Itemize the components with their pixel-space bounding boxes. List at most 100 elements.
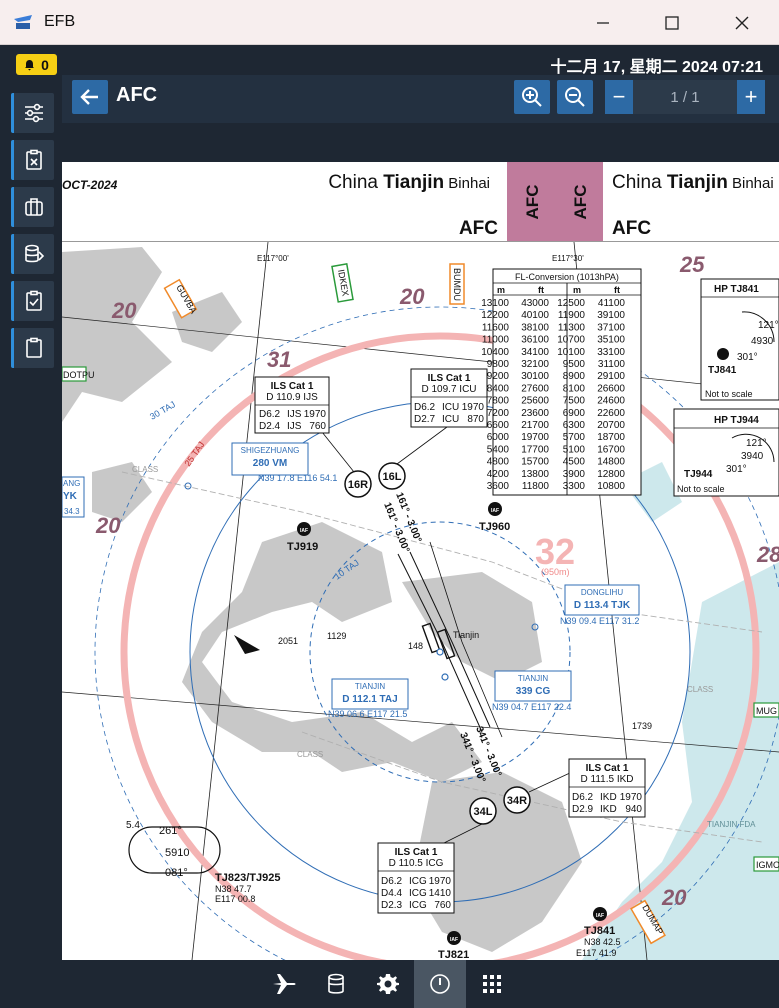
ils-34l-r1b: ICG	[409, 876, 427, 887]
minimize-icon	[597, 21, 609, 24]
meridian-label-117-30: E117°30'	[552, 254, 584, 263]
chart-date-stub: OCT-2024	[62, 178, 118, 192]
waypoint-mug[interactable]: MUG	[753, 702, 779, 718]
iaf-badge-tj919: IAF	[300, 528, 308, 534]
ils-34r-box[interactable]: ILS Cat 1 D 111.5 IKD D6.2 IKD 1970 D2.9…	[568, 758, 646, 818]
bottom-nav-bar	[0, 960, 779, 1008]
fl-table-cell: 4800	[487, 457, 510, 468]
fl-table-cell: 12200	[481, 310, 509, 321]
ils-16r-box[interactable]: ILS Cat 1 D 110.9 IJS D6.2 IJS 1970 D2.4…	[254, 376, 330, 434]
fl-table-cell: 4200	[487, 469, 510, 480]
hp-tj841-fix: TJ841	[708, 365, 737, 376]
navaid-tianjin-cg-box[interactable]: TIANJIN 339 CG N39 04.7 E117 22.4	[492, 670, 572, 712]
ils-34l-box[interactable]: ILS Cat 1 D 110.5 ICG D6.2 ICG 1970 D4.4…	[377, 842, 455, 914]
document-toolbar: AFC − 1 / 1 +	[62, 75, 779, 123]
page-navigator: − 1 / 1 +	[605, 80, 765, 114]
ils-16r-r1a: D6.2	[259, 409, 281, 420]
efb-app-icon	[14, 15, 32, 29]
fix-tj823-lat: N38 47.7	[215, 884, 252, 894]
approach-chart[interactable]: OCT-2024 China Tianjin Binhai AFC AFC AF…	[62, 162, 779, 960]
fl-table-cell: 6000	[487, 432, 510, 443]
hp-tj841-outbound: 301°	[737, 352, 758, 363]
navaid-donglihu-freq: D 113.4 TJK	[574, 600, 631, 611]
ils-34r-r1a: D6.2	[572, 792, 594, 803]
ils-34r-title: ILS Cat 1	[586, 763, 629, 774]
fix-tj960-label: TJ960	[479, 521, 510, 533]
fl-table-cell: 4500	[563, 457, 586, 468]
fl-table-cell: 6300	[563, 420, 586, 431]
minimize-button[interactable]	[568, 0, 638, 45]
hp-tj944-note: Not to scale	[677, 484, 725, 494]
fl-table-cell: 32100	[521, 359, 549, 370]
fix-tj841-lon: E117 41.9	[576, 948, 616, 958]
fl-table-cell: 5700	[563, 432, 586, 443]
rail-tasks-button[interactable]	[11, 281, 54, 321]
maximize-button[interactable]	[637, 0, 707, 45]
msa-label-g: 25	[679, 252, 705, 277]
fl-table-cell: 14800	[597, 457, 625, 468]
fix-tj919-label: TJ919	[287, 541, 318, 553]
fl-table-cell: 11900	[558, 310, 586, 321]
hp-tj944-inbound: 121°	[746, 438, 767, 449]
msa-big-label: 32	[535, 531, 575, 572]
fl-table-cell: 9500	[563, 359, 586, 370]
nav-compass-button[interactable]	[414, 960, 466, 1008]
hp-tj841-title: HP TJ841	[714, 284, 759, 295]
arrow-left-icon	[80, 89, 98, 105]
msa-label-f: 31	[267, 347, 291, 372]
elevation-1129: 1129	[327, 631, 346, 641]
waypoint-bumdu[interactable]: BUMDU	[449, 263, 465, 305]
airspace-class-label-3: CLASS	[687, 685, 713, 694]
rail-flight-bag-button[interactable]	[11, 187, 54, 227]
hp-tj841-alt: 4930	[751, 336, 774, 347]
previous-page-button[interactable]: −	[605, 80, 633, 114]
rail-database-button[interactable]	[11, 234, 54, 274]
fl-table-cell: 10700	[557, 335, 585, 346]
fl-table-cell: 12800	[597, 469, 625, 480]
close-button[interactable]	[707, 0, 777, 45]
zoom-in-button[interactable]	[514, 80, 550, 114]
rail-settings-sliders-button[interactable]	[11, 93, 54, 133]
back-button[interactable]	[72, 80, 108, 114]
airplane-icon	[273, 974, 296, 994]
hp-tj944-inset[interactable]: HP TJ944 121° 3940 301° TJ944 Not to sca…	[673, 408, 779, 497]
next-page-button[interactable]: +	[737, 80, 765, 114]
page-indicator: 1 / 1	[670, 88, 700, 106]
navaid-shijiazhuang-name: SHIGEZHUANG	[241, 446, 300, 455]
fl-table-cell: 5400	[487, 444, 510, 455]
zoom-out-button[interactable]	[557, 80, 593, 114]
nav-flight-button[interactable]	[258, 960, 310, 1008]
hp-tj841-inset[interactable]: HP TJ841 121° 4930 301° TJ841 Not to sca…	[700, 278, 779, 401]
navaid-tianjin-taj-box[interactable]: TIANJIN D 112.1 TAJ N39 06.6 E117 21.5	[328, 678, 409, 719]
grid-icon	[483, 975, 501, 993]
waypoint-dotpu[interactable]: DOTPU	[62, 366, 95, 382]
fl-table-cell: 16700	[597, 444, 625, 455]
navaid-donglihu-box[interactable]: DONGLIHU D 113.4 TJK N39 09.4 E117 31.2	[560, 584, 640, 626]
ils-16l-r2c: 870	[467, 414, 484, 425]
ils-16l-r2b: ICU	[442, 414, 459, 425]
fl-table-cell: 39100	[597, 310, 625, 321]
waypoint-igmo[interactable]: IGMO	[753, 856, 779, 872]
ils-16r-r2a: D2.4	[259, 421, 281, 432]
runway-34l-label: 34L	[474, 806, 493, 818]
waypoint-igmo-label: IGMO	[756, 860, 779, 870]
ils-16l-box[interactable]: ILS Cat 1 D 109.7 ICU D6.2 ICU 1970 D2.7…	[410, 368, 488, 428]
notification-badge[interactable]: 0	[16, 54, 57, 75]
document-title: AFC	[116, 84, 158, 106]
rail-notes-button[interactable]	[11, 328, 54, 368]
nav-fuel-button[interactable]	[310, 960, 362, 1008]
partial-navaid-yk[interactable]: ANG YK 34.3	[62, 476, 85, 518]
close-icon	[735, 16, 749, 29]
waypoint-mug-label: MUG	[756, 706, 777, 716]
ils-34l-r3c: 760	[434, 900, 451, 911]
meridian-label-117-00: E117°00'	[257, 254, 289, 263]
fl-table-cell: 10100	[557, 347, 585, 358]
ils-16l-r1a: D6.2	[414, 402, 436, 413]
nav-apps-button[interactable]	[466, 960, 518, 1008]
nav-settings-button[interactable]	[362, 960, 414, 1008]
rail-checklist-button[interactable]	[11, 140, 54, 180]
ils-16l-r1c: 1970	[462, 402, 485, 413]
right-airport-code: AFC	[612, 218, 651, 239]
elevation-1739: 1739	[632, 721, 652, 731]
hold-outbound-course: 081°	[165, 867, 188, 879]
